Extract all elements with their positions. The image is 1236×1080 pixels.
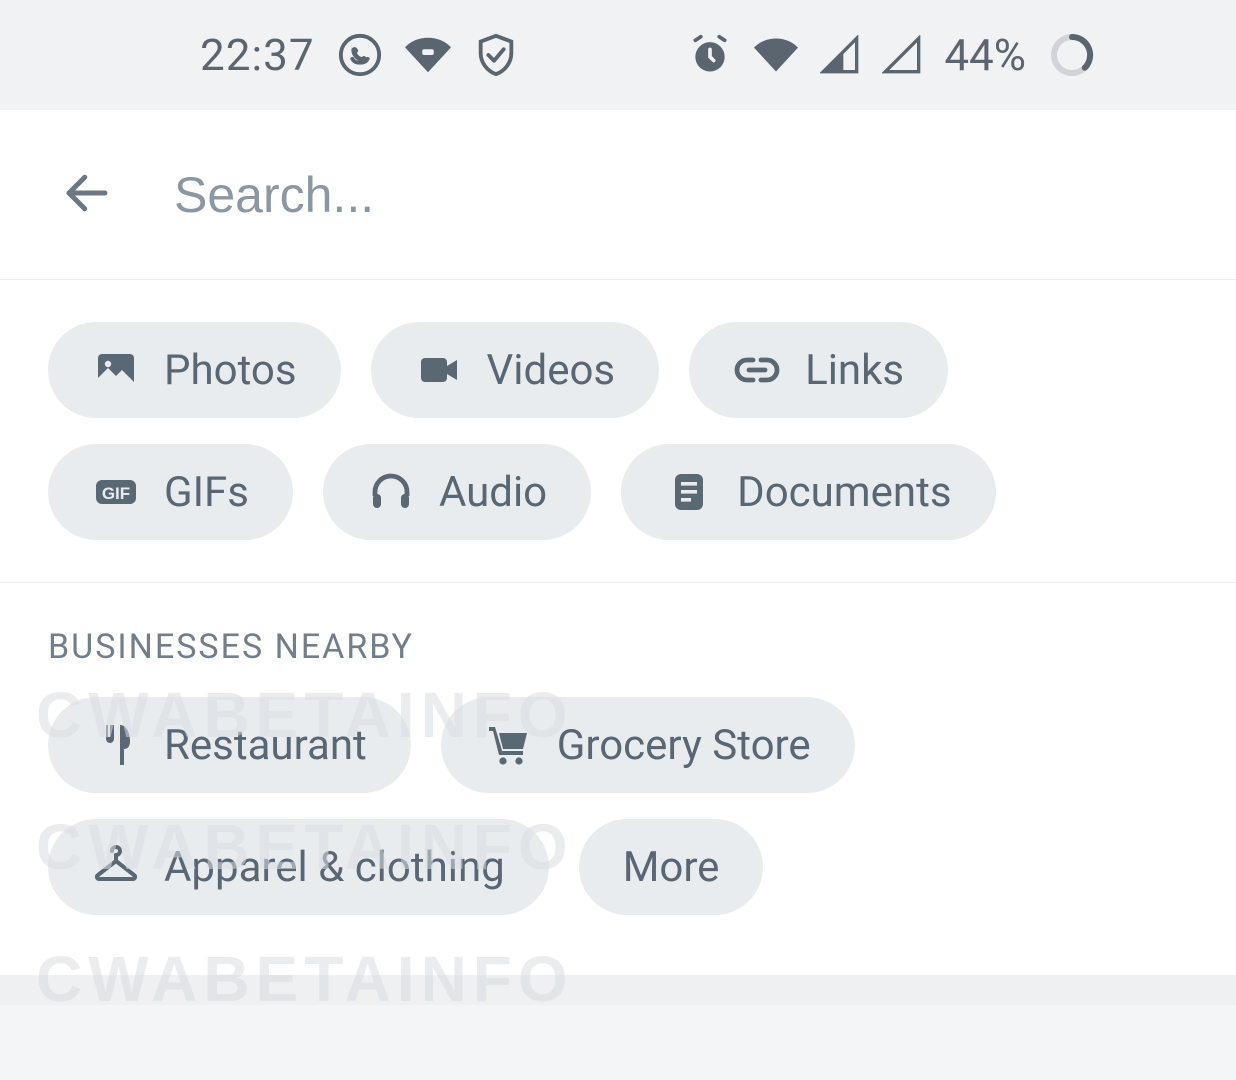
chip-label: Videos (487, 346, 616, 395)
battery-percent: 44% (944, 29, 1026, 81)
chip-label: Grocery Store (557, 721, 811, 770)
status-right: 44% (688, 29, 1096, 81)
cart-icon (485, 721, 533, 769)
restaurant-icon (92, 721, 140, 769)
chip-grocery[interactable]: Grocery Store (441, 697, 855, 793)
chip-audio[interactable]: Audio (323, 444, 591, 540)
business-chips: Restaurant Grocery Store Apparel & cloth… (0, 667, 1236, 975)
signal-2-icon (882, 35, 922, 75)
shield-icon (473, 32, 519, 78)
chip-label: Documents (737, 468, 951, 517)
chip-restaurant[interactable]: Restaurant (48, 697, 411, 793)
status-time: 22:37 (200, 29, 315, 81)
search-input[interactable] (174, 166, 1176, 224)
businesses-header: BUSINESSES NEARBY (0, 583, 1236, 667)
hanger-icon (92, 843, 140, 891)
alarm-icon (688, 33, 732, 77)
chip-videos[interactable]: Videos (371, 322, 660, 418)
links-icon (733, 346, 781, 394)
signal-1-icon (820, 35, 860, 75)
chip-apparel[interactable]: Apparel & clothing (48, 819, 549, 915)
chip-gifs[interactable]: GIF GIFs (48, 444, 293, 540)
chip-label: Links (805, 346, 904, 395)
audio-icon (367, 468, 415, 516)
chip-documents[interactable]: Documents (621, 444, 995, 540)
chip-label: Photos (164, 346, 297, 395)
chip-label: Restaurant (164, 721, 367, 770)
arrow-left-icon (60, 166, 114, 220)
app-frame: 22:37 (0, 0, 1236, 1005)
photos-icon (92, 346, 140, 394)
chip-label: GIFs (164, 468, 249, 517)
chip-photos[interactable]: Photos (48, 322, 341, 418)
whatsapp-icon (337, 32, 383, 78)
chip-more[interactable]: More (579, 819, 764, 915)
gif-icon: GIF (92, 468, 140, 516)
status-bar: 22:37 (0, 0, 1236, 110)
bottom-edge (0, 975, 1236, 1005)
chip-links[interactable]: Links (689, 322, 948, 418)
wifi-badge-icon (405, 32, 451, 78)
chip-label: Apparel & clothing (164, 843, 505, 892)
svg-text:GIF: GIF (102, 484, 130, 503)
media-filter-chips: Photos Videos Links GIF GIFs Audio (0, 280, 1236, 583)
wifi-icon (754, 33, 798, 77)
chip-label: More (623, 843, 720, 892)
battery-ring-icon (1048, 31, 1096, 79)
status-left: 22:37 (200, 29, 519, 81)
videos-icon (415, 346, 463, 394)
search-bar (0, 110, 1236, 280)
back-button[interactable] (60, 166, 114, 224)
chip-label: Audio (439, 468, 547, 517)
document-icon (665, 468, 713, 516)
